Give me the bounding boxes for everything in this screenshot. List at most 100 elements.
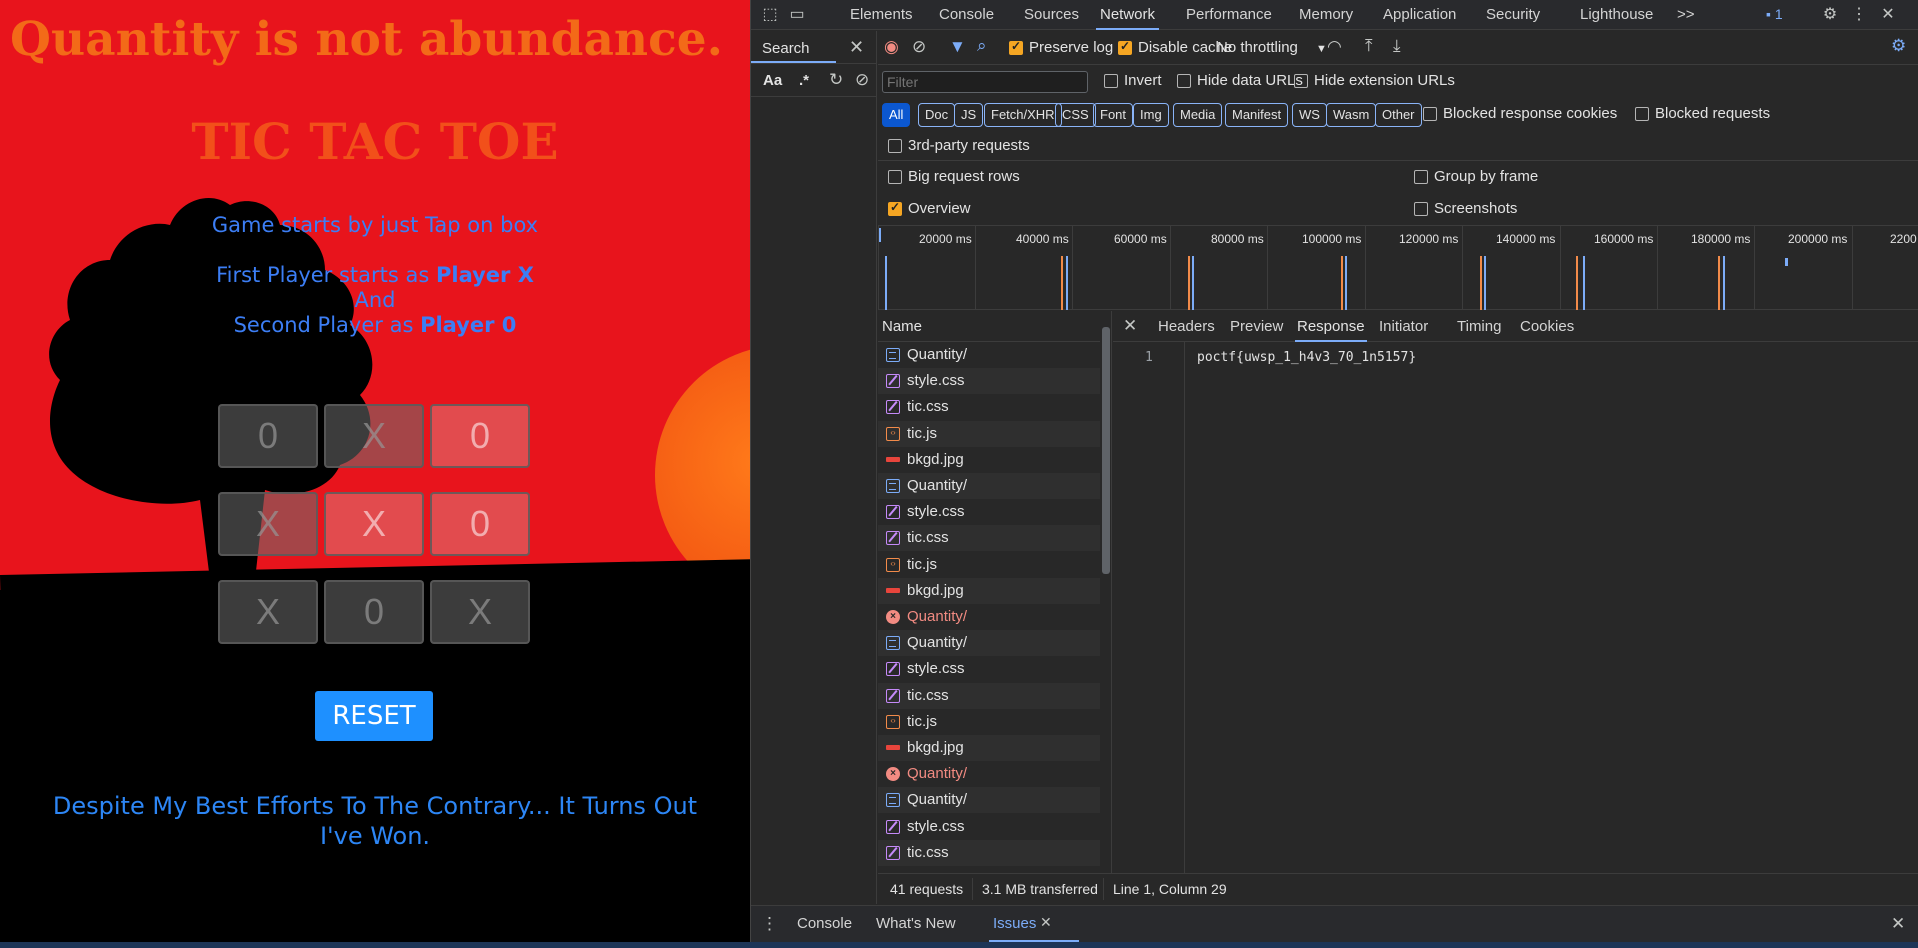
request-row[interactable]: bkgd.jpg — [878, 577, 1100, 604]
close-search-icon[interactable]: ✕ — [849, 37, 864, 58]
blocked-response-cookies-checkbox[interactable] — [1423, 107, 1437, 121]
issues-badge[interactable]: ▪ 1 — [1766, 6, 1783, 22]
board-cell-1[interactable]: 0 — [218, 404, 318, 468]
third-party-checkbox[interactable] — [888, 139, 902, 153]
tab-lighthouse[interactable]: Lighthouse — [1576, 0, 1657, 30]
tab-console[interactable]: Console — [935, 0, 998, 30]
kebab-menu-icon[interactable]: ⋮ — [1848, 4, 1870, 26]
board-cell-7[interactable]: X — [218, 580, 318, 644]
board-cell-5[interactable]: X — [324, 492, 424, 556]
reset-button[interactable]: RESET — [315, 691, 433, 741]
request-row[interactable]: Quantity/ — [878, 342, 1100, 368]
detail-tab-initiator[interactable]: Initiator — [1377, 311, 1430, 342]
record-stop-icon[interactable]: ◉ — [884, 37, 899, 57]
search-panel-tab[interactable]: Search — [762, 40, 810, 57]
invert-checkbox[interactable] — [1104, 74, 1118, 88]
request-row[interactable]: bkgd.jpg — [878, 735, 1100, 761]
board-cell-4[interactable]: X — [218, 492, 318, 556]
request-row[interactable]: ‹› tic.js — [878, 552, 1100, 578]
close-devtools-icon[interactable]: ✕ — [1877, 4, 1899, 26]
board-cell-8[interactable]: 0 — [324, 580, 424, 644]
board-cell-6[interactable]: 0 — [430, 492, 530, 556]
network-overview-timeline[interactable]: 20000 ms 40000 ms 60000 ms 80000 ms 1000… — [878, 226, 1918, 310]
request-row[interactable]: ‹› tic.js — [878, 709, 1100, 735]
request-row[interactable]: tic.css — [878, 839, 1100, 866]
regex-toggle[interactable]: .* — [799, 72, 809, 89]
blocked-requests-checkbox[interactable] — [1635, 107, 1649, 121]
drawer-menu-icon[interactable]: ⋮ — [761, 914, 778, 934]
type-filter-js[interactable]: JS — [954, 103, 984, 127]
big-request-rows-checkbox[interactable] — [888, 170, 902, 184]
request-row[interactable]: Quantity/ — [878, 473, 1100, 499]
disable-cache-checkbox[interactable] — [1118, 39, 1132, 55]
request-row[interactable]: tic.css — [878, 682, 1100, 709]
request-row[interactable]: tic.css — [878, 525, 1100, 552]
tab-performance[interactable]: Performance — [1182, 0, 1276, 30]
request-row[interactable]: tic.css — [878, 394, 1100, 420]
detail-tab-preview[interactable]: Preview — [1228, 311, 1285, 342]
type-filter-doc[interactable]: Doc — [918, 103, 956, 127]
board-cell-3[interactable]: 0 — [430, 404, 530, 468]
filter-input[interactable] — [882, 71, 1088, 93]
overview-checkbox[interactable] — [888, 200, 902, 216]
drawer-tab-console[interactable]: Console — [797, 915, 852, 932]
tab-security[interactable]: Security — [1482, 0, 1544, 30]
match-case-toggle[interactable]: Aa — [763, 72, 782, 89]
type-filter-other[interactable]: Other — [1375, 103, 1422, 127]
throttling-select[interactable]: No throttling ▼ — [1217, 39, 1327, 56]
type-filter-manifest[interactable]: Manifest — [1225, 103, 1289, 127]
request-row[interactable]: style.css — [878, 814, 1100, 840]
name-column-header[interactable]: Name — [882, 318, 922, 335]
close-drawer-icon[interactable]: ✕ — [1891, 914, 1905, 934]
request-row[interactable]: × Quantity/ — [878, 604, 1100, 630]
request-row[interactable]: style.css — [878, 368, 1100, 395]
tab-elements[interactable]: Elements — [846, 0, 917, 30]
tab-sources[interactable]: Sources — [1020, 0, 1083, 30]
group-by-frame-checkbox[interactable] — [1414, 170, 1428, 184]
type-filter-wasm[interactable]: Wasm — [1326, 103, 1377, 127]
search-icon[interactable]: ⌕ — [977, 36, 987, 56]
type-filter-font[interactable]: Font — [1093, 103, 1134, 127]
more-tabs-button[interactable]: >> — [1673, 0, 1699, 30]
preserve-log-checkbox[interactable] — [1009, 39, 1023, 55]
detail-tab-cookies[interactable]: Cookies — [1518, 311, 1576, 342]
request-row[interactable]: Quantity/ — [878, 787, 1100, 814]
type-filter-all[interactable]: All — [882, 103, 911, 127]
tab-network[interactable]: Network — [1096, 0, 1160, 30]
request-list-scrollbar[interactable] — [1100, 311, 1111, 873]
drawer-tab-issues[interactable]: Issues — [993, 915, 1036, 932]
board-cell-9[interactable]: X — [430, 580, 530, 644]
request-row[interactable]: style.css — [878, 499, 1100, 525]
scrollbar-thumb[interactable] — [1102, 327, 1110, 574]
request-row[interactable]: style.css — [878, 656, 1100, 682]
detail-tab-timing[interactable]: Timing — [1455, 311, 1503, 342]
request-row[interactable]: ‹› tic.js — [878, 420, 1100, 447]
filter-funnel-icon[interactable]: ▼ — [949, 37, 966, 57]
tab-application[interactable]: Application — [1379, 0, 1460, 30]
type-filter-css[interactable]: CSS — [1055, 103, 1096, 127]
hide-data-urls-checkbox[interactable] — [1177, 74, 1191, 88]
close-detail-icon[interactable]: ✕ — [1123, 316, 1137, 336]
detail-tab-response[interactable]: Response — [1295, 311, 1367, 342]
type-filter-ws[interactable]: WS — [1292, 103, 1327, 127]
hide-extension-urls-checkbox[interactable] — [1294, 74, 1308, 88]
import-har-icon[interactable]: ⤒ — [1365, 36, 1373, 56]
response-body[interactable]: poctf{uwsp_1_h4v3_70_1n5157} — [1197, 350, 1416, 365]
inspect-element-icon[interactable]: ⬚ — [759, 4, 781, 26]
clear-search-icon[interactable]: ⊘ — [855, 70, 869, 90]
network-settings-icon[interactable]: ⚙ — [1891, 36, 1906, 56]
request-row[interactable]: Quantity/ — [878, 630, 1100, 657]
clear-log-icon[interactable]: ⊘ — [912, 37, 926, 57]
network-conditions-icon[interactable]: ◠ — [1327, 37, 1342, 57]
board-cell-2[interactable]: X — [324, 404, 424, 468]
screenshots-checkbox[interactable] — [1414, 202, 1428, 216]
type-filter-img[interactable]: Img — [1133, 103, 1169, 127]
tab-memory[interactable]: Memory — [1295, 0, 1357, 30]
device-toolbar-icon[interactable]: ▭ — [786, 4, 808, 26]
settings-gear-icon[interactable]: ⚙ — [1819, 4, 1841, 26]
close-issues-tab-icon[interactable]: ✕ — [1040, 914, 1052, 931]
drawer-tab-whats-new[interactable]: What's New — [876, 915, 956, 932]
detail-tab-headers[interactable]: Headers — [1156, 311, 1217, 342]
type-filter-fetch-xhr[interactable]: Fetch/XHR — [984, 103, 1062, 127]
refresh-search-icon[interactable]: ↻ — [829, 70, 843, 90]
